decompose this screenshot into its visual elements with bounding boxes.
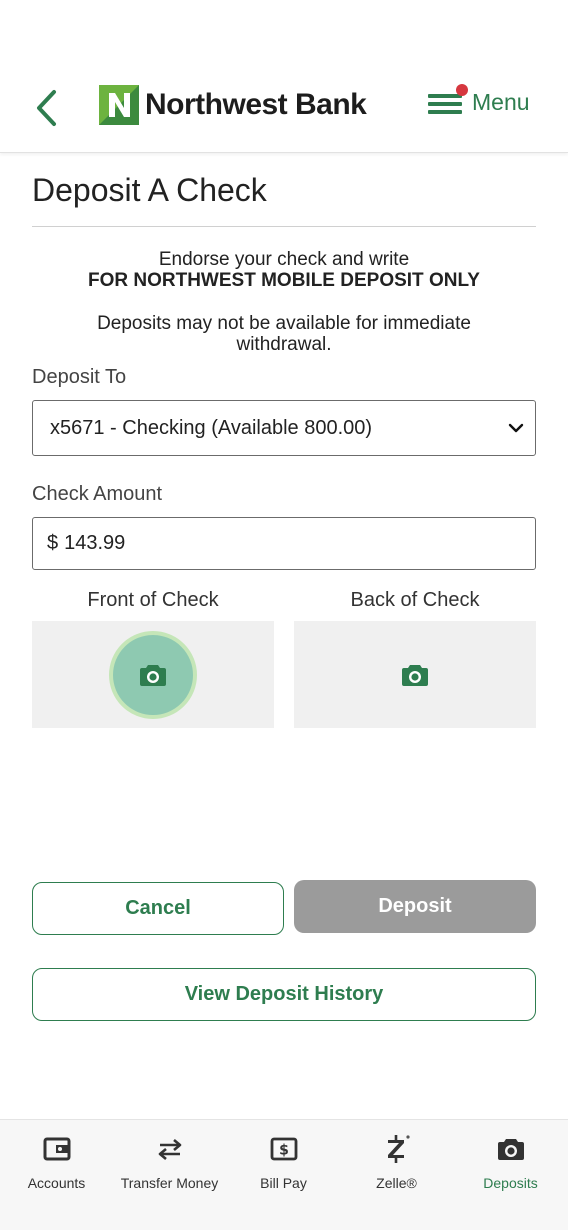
tab-accounts[interactable]: Accounts [0,1120,113,1230]
front-of-check-label: Front of Check [87,589,219,611]
endorse-instruction-bold: FOR NORTHWEST MOBILE DEPOSIT ONLY [88,270,480,291]
back-button[interactable] [26,86,66,130]
availability-notice-line1: Deposits may not be available for immedi… [97,313,471,334]
northwest-logo-icon [99,85,139,125]
deposit-to-select[interactable]: x5671 - Checking (Available 800.00) [32,400,536,456]
zelle-icon [387,1135,410,1163]
brand-logo[interactable]: Northwest Bank [99,85,367,125]
check-amount-input[interactable]: $ 143.99 [32,517,536,570]
app-header: Northwest Bank Menu [0,0,568,153]
cancel-button[interactable]: Cancel [32,882,284,935]
check-amount-label: Check Amount [32,483,163,505]
back-of-check-capture[interactable] [294,621,536,728]
divider [32,226,536,227]
dollar-bill-icon: $ [270,1137,297,1161]
tab-label: Zelle® [376,1175,417,1191]
wallet-icon [43,1137,70,1161]
brand-name: Northwest Bank [145,88,367,121]
page-title: Deposit A Check [32,172,267,208]
camera-icon [140,664,166,686]
deposit-button[interactable]: Deposit [294,880,536,933]
back-of-check-label: Back of Check [350,589,480,611]
tab-label: Accounts [27,1175,86,1191]
deposit-to-label: Deposit To [32,366,127,388]
svg-text:$: $ [279,1143,289,1159]
chevron-left-icon [37,90,56,126]
tab-transfer-money[interactable]: Transfer Money [113,1120,226,1230]
menu-button[interactable]: Menu [428,84,530,116]
capture-highlight [109,630,197,719]
tab-deposits[interactable]: Deposits [454,1120,567,1230]
bottom-tab-bar: Accounts Transfer Money $ Bill Pay Zelle… [0,1119,568,1230]
camera-icon [497,1139,524,1160]
tab-bill-pay[interactable]: $ Bill Pay [227,1120,340,1230]
transfer-arrows-icon [158,1139,181,1160]
availability-notice-line2: withdrawal. [236,334,332,355]
chevron-down-icon [508,423,524,433]
endorse-instruction: Endorse your check and write [158,249,410,270]
check-amount-value: 143.99 [64,532,126,554]
menu-label: Menu [472,88,530,115]
deposit-to-selected-value: x5671 - Checking (Available 800.00) [50,416,373,439]
front-of-check-capture[interactable] [32,621,274,728]
tab-zelle[interactable]: Zelle® [340,1120,453,1230]
currency-symbol: $ [47,532,59,554]
hamburger-icon [428,84,468,116]
tab-label: Bill Pay [260,1175,307,1191]
camera-icon [402,664,428,686]
tab-label: Deposits [483,1175,538,1191]
tab-label: Transfer Money [120,1175,219,1191]
notification-dot [456,84,468,96]
view-deposit-history-button[interactable]: View Deposit History [32,968,536,1021]
